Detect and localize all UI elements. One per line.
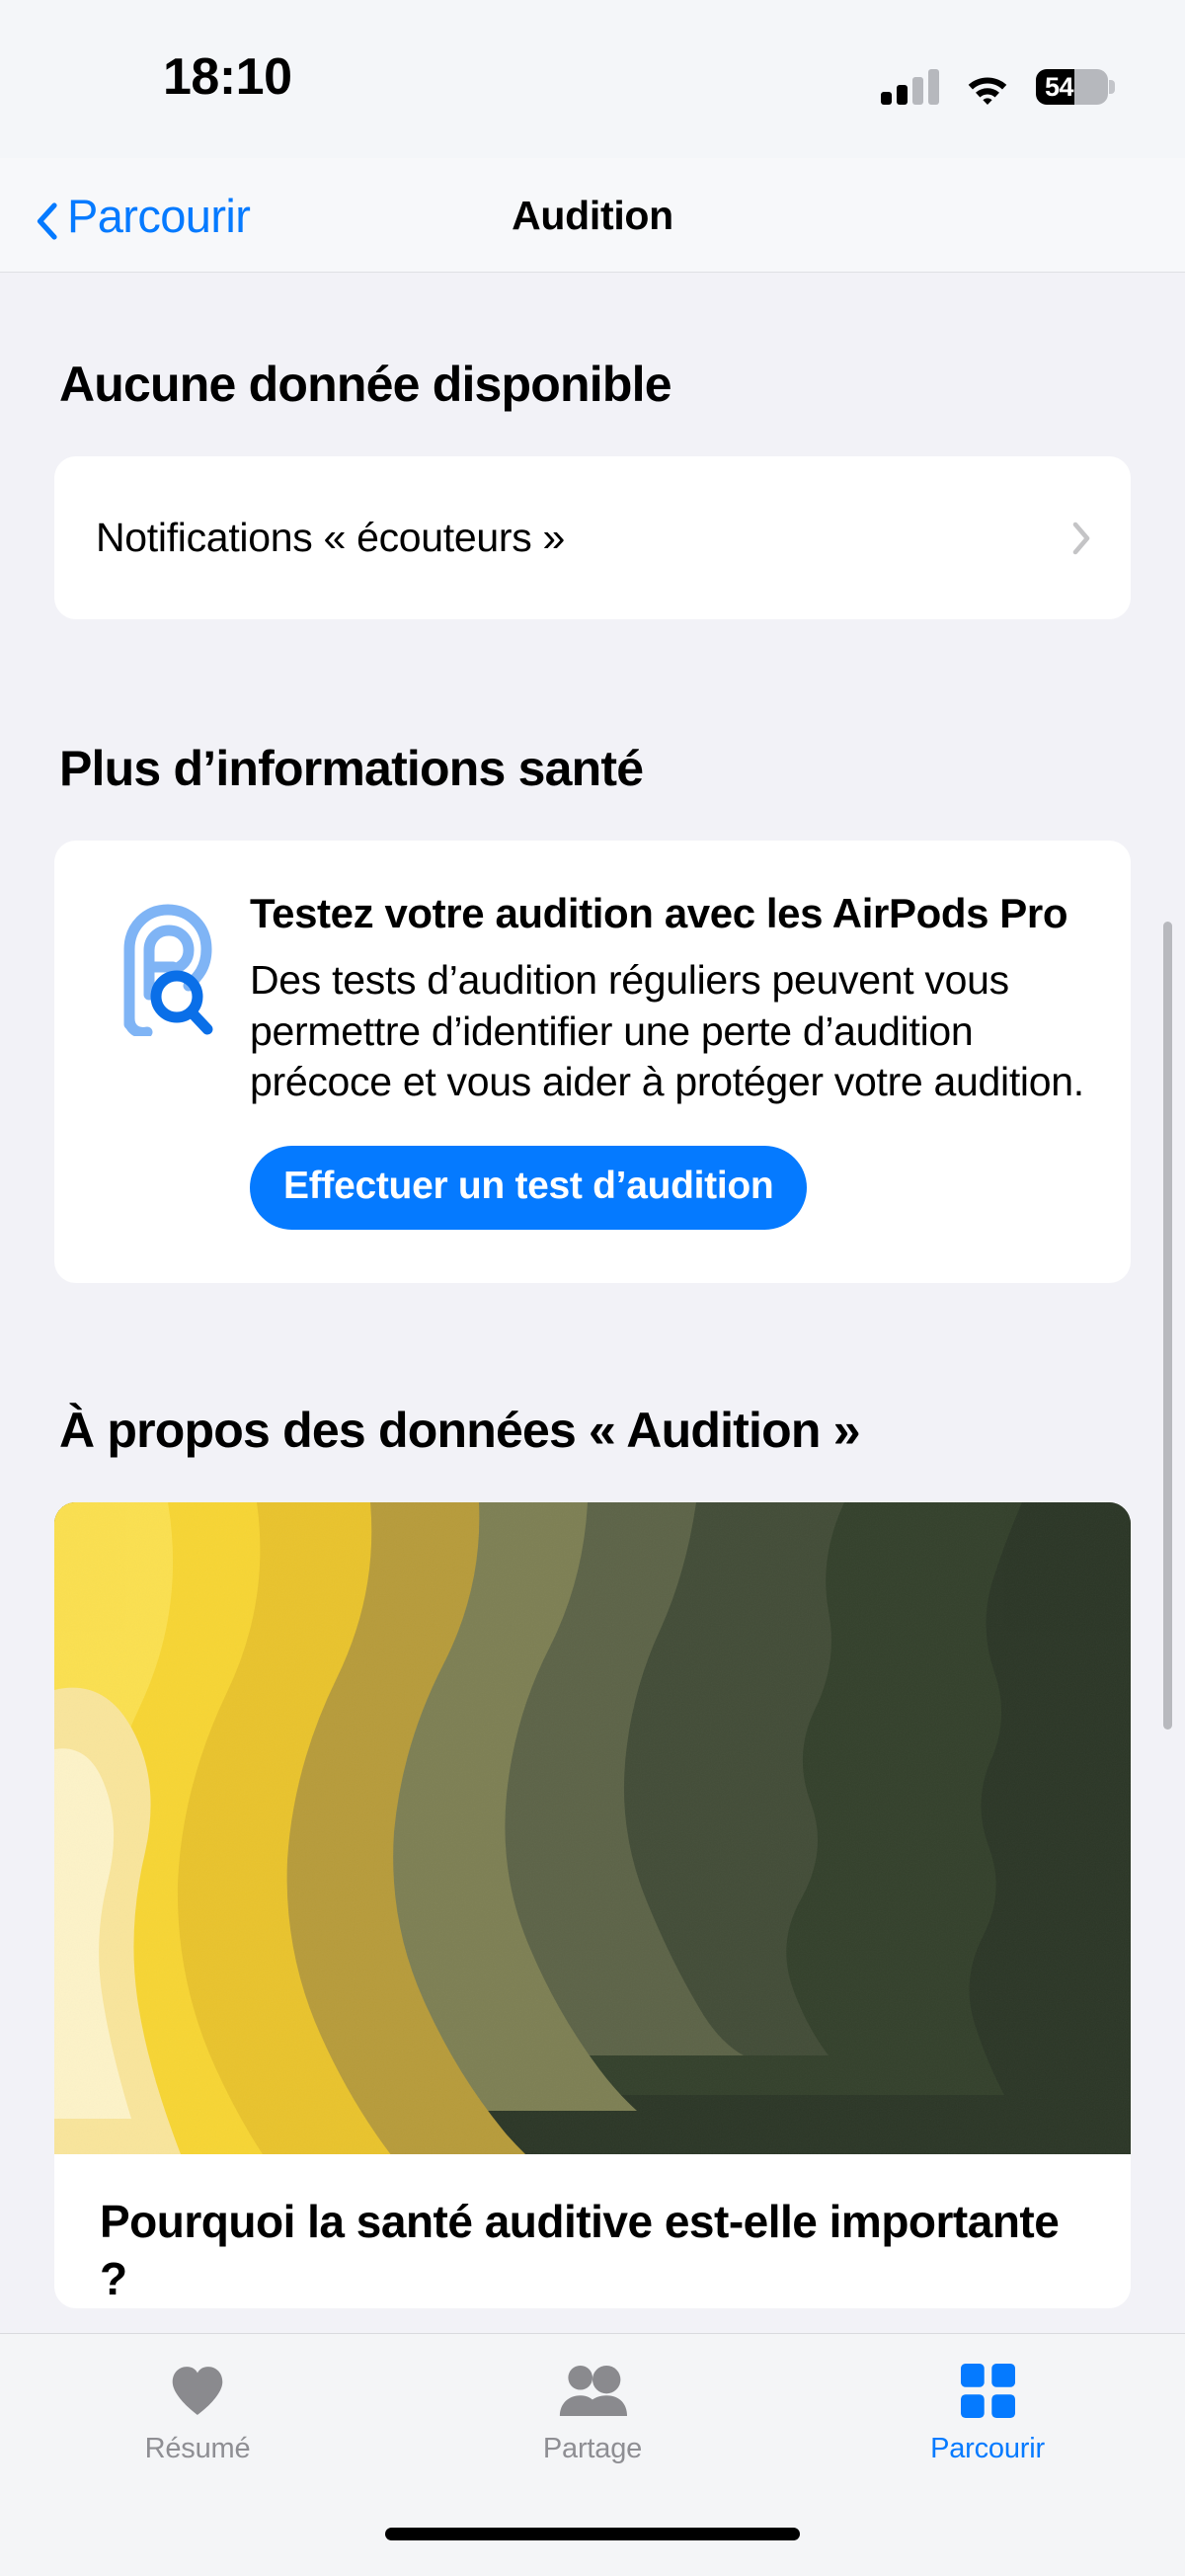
battery-icon: 54	[1036, 69, 1115, 105]
home-indicator	[385, 2528, 800, 2540]
torn-paper-layers-artwork	[54, 1502, 1131, 2155]
tab-resume[interactable]: Résumé	[0, 2334, 395, 2508]
hearing-test-card-body: Des tests d’audition réguliers peuvent v…	[250, 957, 1084, 1105]
wifi-icon	[965, 71, 1010, 105]
tab-partage-label: Partage	[542, 2433, 643, 2464]
people-icon	[558, 2358, 627, 2423]
status-bar-clock: 18:10	[163, 48, 292, 106]
chevron-right-icon	[1072, 522, 1091, 555]
cellular-signal-icon	[881, 69, 939, 105]
navigation-bar: Parcourir Audition	[0, 158, 1185, 273]
status-bar: 18:10 54	[0, 0, 1185, 158]
page-title: Audition	[512, 192, 673, 238]
headphone-notifications-label: Notifications « écouteurs »	[96, 515, 566, 560]
tab-resume-label: Résumé	[144, 2433, 251, 2464]
article-card[interactable]: Pourquoi la santé auditive est-elle impo…	[54, 1502, 1131, 2308]
tab-parcourir-label: Parcourir	[930, 2433, 1045, 2464]
tab-bar: Résumé Partage Parcourir	[0, 2333, 1185, 2576]
heart-icon	[170, 2358, 225, 2423]
grid-squares-icon	[960, 2358, 1015, 2423]
take-hearing-test-button[interactable]: Effectuer un test d’audition	[250, 1146, 808, 1231]
tab-partage[interactable]: Partage	[395, 2334, 790, 2508]
iphone-screen: 18:10 54 Parcourir Audition Aucune donné…	[0, 0, 1185, 2576]
status-bar-indicators: 54	[881, 53, 1115, 105]
tab-parcourir[interactable]: Parcourir	[790, 2334, 1185, 2508]
about-section-heading: À propos des données « Audition »	[59, 1403, 861, 1459]
headphone-notifications-row[interactable]: Notifications « écouteurs »	[54, 456, 1131, 619]
more-info-section-heading: Plus d’informations santé	[59, 741, 644, 796]
scroll-content[interactable]: Aucune donnée disponible Notifications «…	[0, 274, 1185, 2333]
hearing-test-card[interactable]: Testez votre audition avec les AirPods P…	[54, 841, 1131, 1284]
no-data-section-heading: Aucune donnée disponible	[59, 357, 672, 412]
article-title: Pourquoi la santé auditive est-elle impo…	[100, 2196, 1060, 2304]
vertical-scrollbar[interactable]	[1163, 922, 1172, 1730]
battery-nub	[1109, 80, 1115, 94]
ear-with-magnifier-icon	[100, 898, 218, 1038]
hearing-test-card-title: Testez votre audition avec les AirPods P…	[250, 890, 1068, 936]
battery-percent-label: 54	[1045, 71, 1074, 102]
